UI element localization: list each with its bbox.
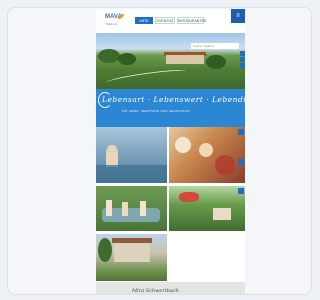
site-header: MAVA Mallorca ARTE EVENTOS RESTAURANTES …	[96, 9, 245, 33]
slogan-banner: Lebensart · Lebenswert · Lebendig MIT HE…	[96, 89, 245, 127]
logo-leaf-icon	[118, 14, 124, 19]
mail-icon[interactable]	[240, 57, 245, 62]
phone-icon[interactable]	[240, 63, 245, 68]
nav-item-2[interactable]: EVENTOS	[155, 17, 175, 24]
side-icon-bar	[240, 51, 245, 69]
info-icon[interactable]	[238, 188, 244, 194]
menu-icon: ≡	[236, 13, 240, 19]
banner-subtitle: MIT HERZ, VERSTAND UND SEHNSUCHT	[122, 109, 191, 113]
footer-section: Mira Schwertbach ▲	[96, 282, 245, 294]
arrow-icon[interactable]	[238, 159, 244, 165]
info-icon[interactable]	[238, 129, 244, 135]
nav-item-1[interactable]: ARTE	[135, 17, 153, 24]
hero-image: Suche / Search	[96, 33, 245, 89]
logo-tagline: Mallorca	[106, 22, 118, 26]
tile-group[interactable]	[96, 186, 167, 231]
search-input[interactable]: Suche / Search	[191, 43, 239, 49]
site-logo[interactable]: MAVA Mallorca	[105, 14, 125, 28]
tile-dining[interactable]	[169, 127, 245, 183]
tile-lake[interactable]	[96, 127, 167, 183]
tile-castle[interactable]	[96, 234, 167, 281]
footer-signature: Mira Schwertbach	[132, 288, 179, 294]
castle	[166, 55, 204, 64]
share-icon[interactable]	[240, 51, 245, 56]
nav-item-3[interactable]: RESTAURANTES	[177, 17, 206, 24]
banner-script-text: Lebensart · Lebenswert · Lebendig	[102, 95, 245, 104]
menu-button[interactable]: ≡	[231, 9, 245, 23]
hero-path	[105, 67, 187, 87]
preview-card: MAVA Mallorca ARTE EVENTOS RESTAURANTES …	[7, 7, 312, 295]
tile-garden[interactable]	[169, 186, 245, 231]
mobile-page-preview[interactable]: MAVA Mallorca ARTE EVENTOS RESTAURANTES …	[96, 9, 245, 294]
